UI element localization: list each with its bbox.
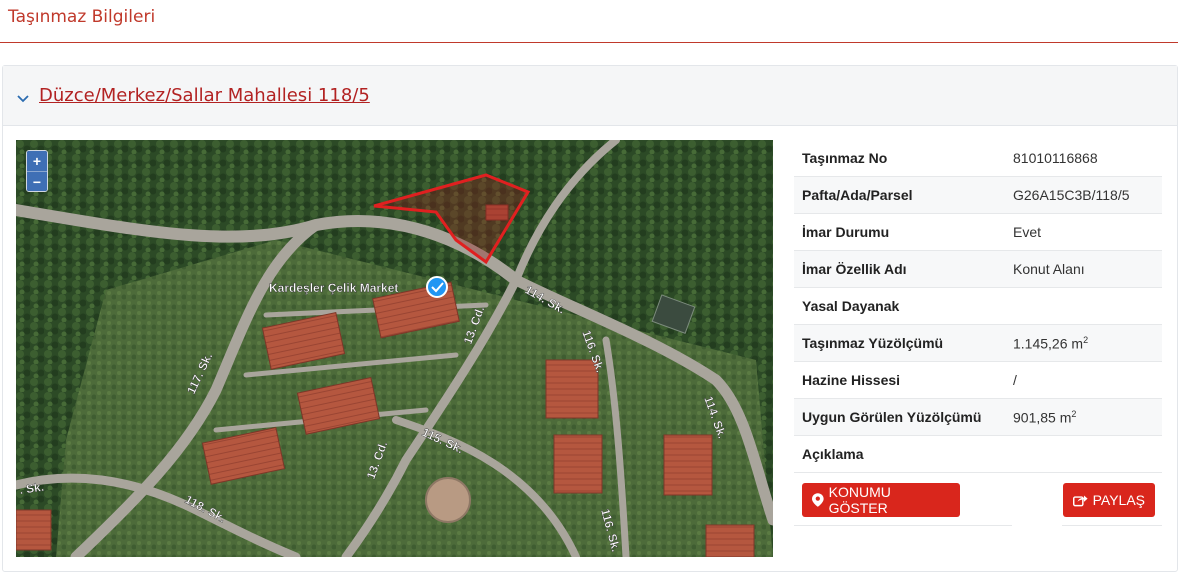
detail-value: 1.145,26 m2 (1013, 335, 1162, 352)
detail-row: Yasal Dayanak (794, 288, 1162, 325)
detail-key: Taşınmaz Yüzölçümü (802, 335, 944, 351)
divider (1062, 525, 1162, 526)
detail-key: Yasal Dayanak (802, 298, 900, 314)
detail-row: İmar Özellik Adı Konut Alanı (794, 251, 1162, 288)
detail-row: Taşınmaz No 81010116868 (794, 140, 1162, 177)
detail-key: Uygun Görülen Yüzölçümü (802, 409, 982, 425)
zoom-in-button[interactable]: + (27, 151, 47, 171)
area-value: 901,85 m (1013, 409, 1072, 426)
detail-key: Pafta/Ada/Parsel (802, 187, 913, 203)
detail-value: G26A15C3B/118/5 (1013, 187, 1130, 203)
chevron-down-icon[interactable] (17, 92, 29, 104)
section-title: Taşınmaz Bilgileri (8, 7, 156, 27)
detail-value: 81010116868 (1013, 150, 1098, 166)
share-button[interactable]: PAYLAŞ (1063, 483, 1155, 517)
detail-value: Konut Alanı (1013, 261, 1085, 277)
area-unit-superscript: 2 (1083, 334, 1089, 345)
detail-row: İmar Durumu Evet (794, 214, 1162, 251)
detail-key: İmar Özellik Adı (802, 261, 907, 277)
detail-row: Taşınmaz Yüzölçümü 1.145,26 m2 (794, 325, 1162, 362)
map-zoom-control: + − (26, 150, 48, 192)
detail-key: Hazine Hissesi (802, 372, 901, 388)
property-address-link[interactable]: Düzce/Merkez/Sallar Mahallesi 118/5 (39, 85, 370, 106)
section-divider (0, 42, 1178, 43)
property-details-table: Taşınmaz No 81010116868 Pafta/Ada/Parsel… (794, 140, 1162, 473)
detail-value: 901,85 m2 (1013, 409, 1162, 426)
zoom-out-button[interactable]: − (27, 171, 47, 191)
detail-row: Uygun Görülen Yüzölçümü 901,85 m2 (794, 399, 1162, 436)
divider (794, 525, 1012, 526)
share-icon (1073, 495, 1088, 507)
detail-row: Açıklama (794, 436, 1162, 473)
detail-value: / (1013, 372, 1017, 388)
poi-label: Kardeşler Çelik Market (269, 281, 398, 295)
area-value: 1.145,26 m (1013, 335, 1084, 352)
detail-key: İmar Durumu (802, 224, 890, 240)
show-location-label: KONUMU GÖSTER (828, 484, 891, 516)
detail-key: Taşınmaz No (802, 150, 888, 166)
detail-row: Pafta/Ada/Parsel G26A15C3B/118/5 (794, 177, 1162, 214)
map-pin-icon (812, 493, 824, 507)
area-unit-superscript: 2 (1071, 408, 1077, 419)
parcel-map[interactable]: Kardeşler Çelik Market 114. Sk. 116. Sk.… (16, 140, 773, 557)
detail-key: Açıklama (802, 446, 864, 462)
share-label: PAYLAŞ (1092, 492, 1145, 508)
panel-header[interactable]: Düzce/Merkez/Sallar Mahallesi 118/5 (3, 66, 1177, 126)
show-location-button[interactable]: KONUMU GÖSTER (802, 483, 960, 517)
detail-row: Hazine Hissesi / (794, 362, 1162, 399)
detail-value: Evet (1013, 224, 1042, 240)
action-buttons: KONUMU GÖSTER PAYLAŞ (794, 476, 1162, 526)
